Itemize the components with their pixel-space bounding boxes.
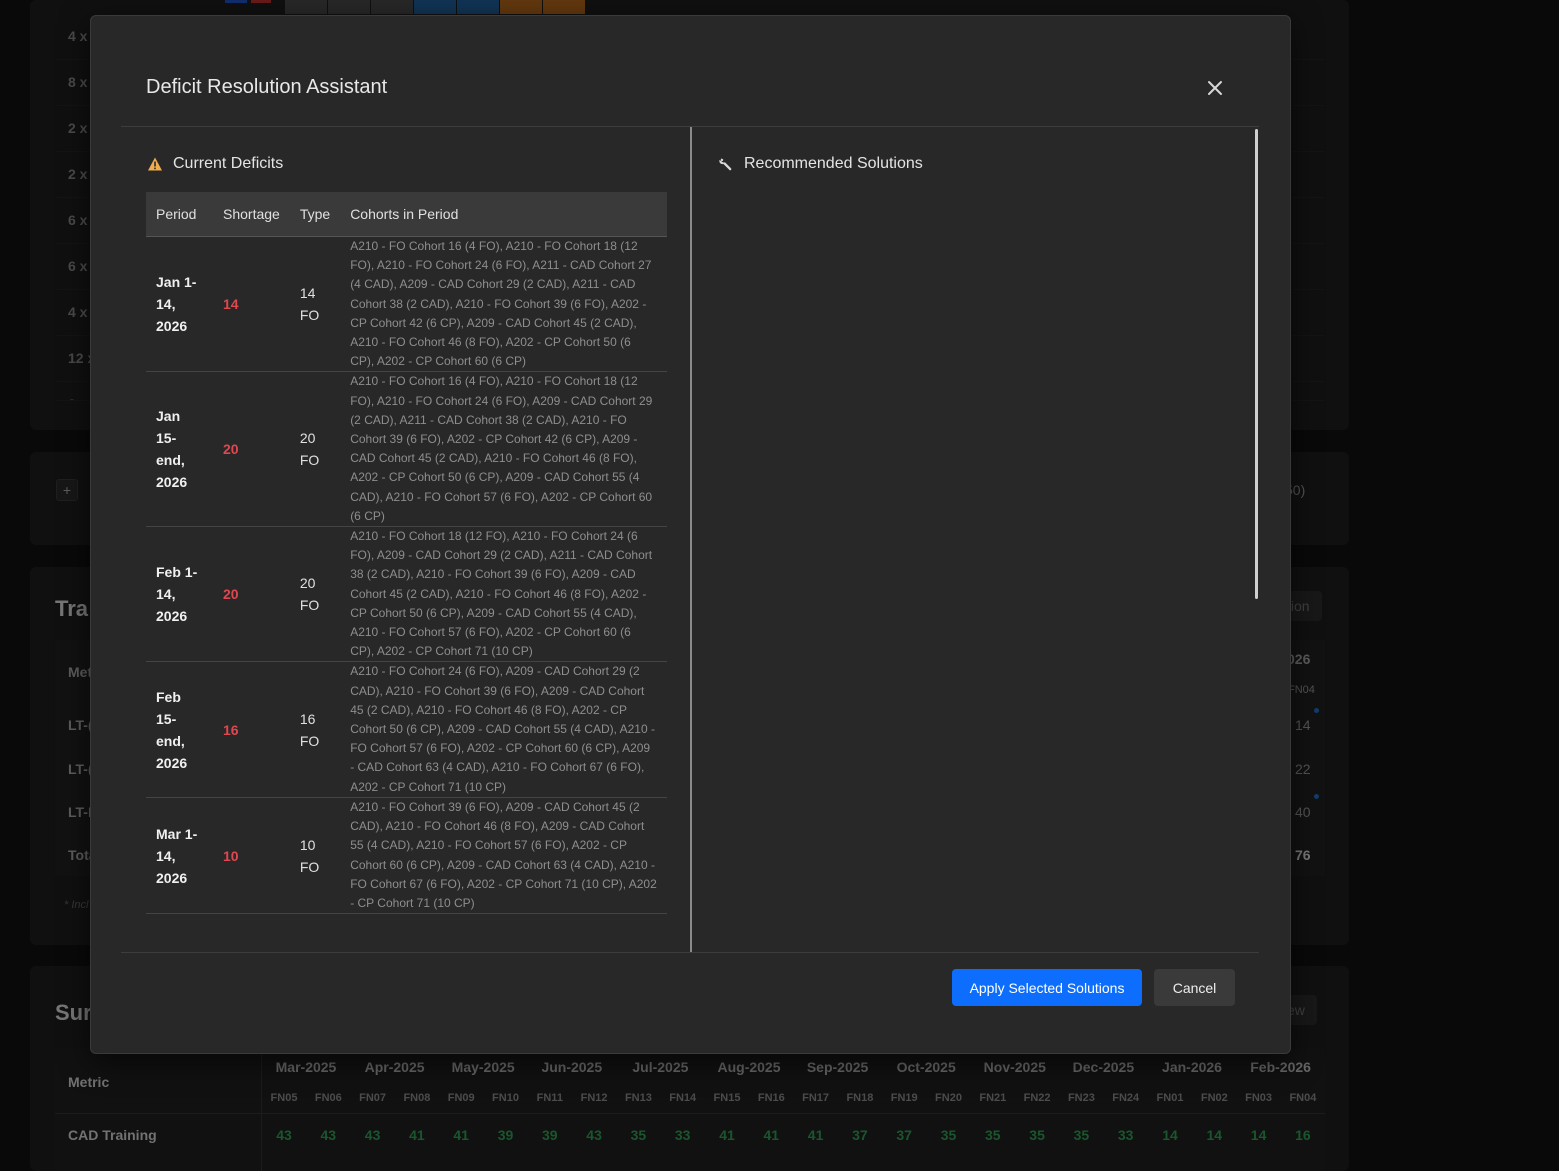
type-cell: 20 FO bbox=[289, 526, 341, 663]
cohorts-cell: A210 - FO Cohort 18 (12 FO), A210 - FO C… bbox=[340, 526, 667, 663]
type-cell: 10 FO bbox=[289, 797, 341, 915]
column-header-type: Type bbox=[289, 192, 341, 237]
scrollbar[interactable] bbox=[1255, 129, 1258, 599]
column-header-period: Period bbox=[146, 192, 213, 237]
current-deficits-label: Current Deficits bbox=[173, 155, 284, 172]
current-deficits-pane[interactable]: Current Deficits Period Shortage Type Co… bbox=[121, 127, 690, 952]
cohorts-cell: A210 - FO Cohort 16 (4 FO), A210 - FO Co… bbox=[340, 371, 667, 528]
cohorts-cell: A210 - FO Cohort 39 (6 FO), A209 - CAD C… bbox=[340, 797, 667, 915]
period-cell: Jan 15-end, 2026 bbox=[146, 371, 213, 528]
wrench-icon bbox=[718, 156, 734, 172]
shortage-cell: 16 bbox=[213, 661, 290, 798]
table-row: Feb 1-14, 2026 20 20 FO A210 - FO Cohort… bbox=[146, 526, 667, 663]
apply-selected-solutions-button[interactable]: Apply Selected Solutions bbox=[952, 969, 1142, 1006]
table-row: Feb 15-end, 2026 16 16 FO A210 - FO Coho… bbox=[146, 661, 667, 798]
column-header-cohorts: Cohorts in Period bbox=[340, 192, 667, 237]
table-row: Jan 15-end, 2026 20 20 FO A210 - FO Coho… bbox=[146, 371, 667, 528]
warning-icon bbox=[147, 156, 163, 172]
close-icon[interactable] bbox=[1201, 74, 1229, 102]
recommended-solutions-pane[interactable]: Recommended Solutions bbox=[692, 127, 1255, 952]
period-cell: Mar 1-14, 2026 bbox=[146, 797, 213, 915]
recommended-solutions-label: Recommended Solutions bbox=[744, 155, 923, 172]
table-row: Mar 1-14, 2026 10 10 FO A210 - FO Cohort… bbox=[146, 797, 667, 915]
cohorts-cell: A210 - FO Cohort 24 (6 FO), A209 - CAD C… bbox=[340, 661, 667, 798]
type-cell: 20 FO bbox=[289, 371, 341, 528]
type-cell: 16 FO bbox=[289, 661, 341, 798]
period-cell: Feb 1-14, 2026 bbox=[146, 526, 213, 663]
cancel-button[interactable]: Cancel bbox=[1154, 969, 1235, 1006]
current-deficits-heading: Current Deficits bbox=[147, 155, 283, 173]
type-cell: 14 FO bbox=[289, 236, 341, 373]
period-cell: Feb 15-end, 2026 bbox=[146, 661, 213, 798]
shortage-cell: 20 bbox=[213, 526, 290, 663]
recommended-solutions-heading: Recommended Solutions bbox=[718, 155, 923, 173]
table-header-row: Period Shortage Type Cohorts in Period bbox=[146, 192, 667, 237]
cohorts-cell: A210 - FO Cohort 16 (4 FO), A210 - FO Co… bbox=[340, 236, 667, 373]
period-cell: Jan 1-14, 2026 bbox=[146, 236, 213, 373]
deficit-resolution-modal: Deficit Resolution Assistant Current Def… bbox=[90, 15, 1291, 1054]
deficits-table: Period Shortage Type Cohorts in Period J… bbox=[146, 192, 667, 915]
shortage-cell: 14 bbox=[213, 236, 290, 373]
table-row: Jan 1-14, 2026 14 14 FO A210 - FO Cohort… bbox=[146, 236, 667, 373]
column-header-shortage: Shortage bbox=[213, 192, 290, 237]
footer-divider bbox=[121, 952, 1259, 953]
modal-title: Deficit Resolution Assistant bbox=[146, 76, 388, 98]
shortage-cell: 10 bbox=[213, 797, 290, 915]
shortage-cell: 20 bbox=[213, 371, 290, 528]
